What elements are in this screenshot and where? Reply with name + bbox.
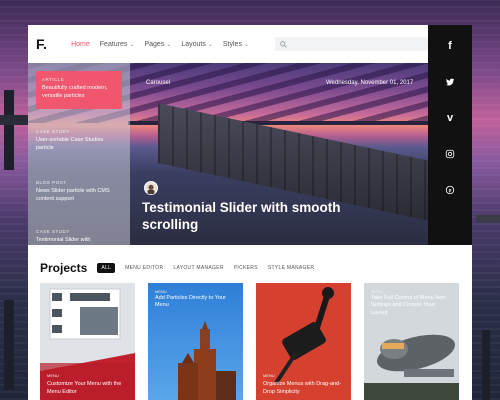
projects-section: Projects ALL MENU EDITOR LAYOUT MANAGER … bbox=[28, 245, 472, 400]
nav-item-features[interactable]: Features ⌄ bbox=[100, 41, 135, 48]
filter-pickers[interactable]: PICKERS bbox=[234, 265, 258, 271]
project-tile[interactable]: Menu Take Full Control of Menu Item Sett… bbox=[364, 283, 459, 400]
hero-category[interactable]: Carousel bbox=[146, 80, 170, 86]
filter-menu-editor[interactable]: MENU EDITOR bbox=[125, 265, 163, 271]
avatar bbox=[144, 181, 158, 195]
facebook-icon[interactable]: f bbox=[439, 35, 461, 57]
project-tile[interactable]: Menu Organize Menus with Drag-and-Drop S… bbox=[256, 283, 351, 400]
hero-date: Wednesday, November 01, 2017 bbox=[326, 80, 414, 86]
card-category: Case Study bbox=[36, 229, 70, 234]
section-title: Projects bbox=[40, 261, 88, 275]
nav-item-layouts[interactable]: Layouts ⌄ bbox=[181, 41, 213, 48]
chevron-down-icon: ⌄ bbox=[129, 41, 135, 48]
chevron-down-icon: ⌄ bbox=[166, 41, 172, 48]
nav-label: Styles bbox=[222, 40, 242, 48]
card-title: Beautifully crafted modern, versatile pa… bbox=[42, 85, 108, 99]
project-tile[interactable]: Menu Add Particles Directly to Your Menu bbox=[148, 283, 243, 400]
vimeo-icon[interactable]: v bbox=[439, 107, 461, 129]
card-title: User-sortable Case Studies particle bbox=[36, 137, 104, 151]
nav-label: Layouts bbox=[181, 40, 206, 48]
filter-all[interactable]: ALL bbox=[97, 263, 116, 273]
filter-layout-manager[interactable]: LAYOUT MANAGER bbox=[173, 265, 223, 271]
filter-style-manager[interactable]: STYLE MANAGER bbox=[268, 265, 314, 271]
pier-rail bbox=[476, 215, 500, 223]
sidebar-card-case-study-2[interactable]: Case Study Testimonial Slider with bbox=[36, 229, 122, 245]
tile-title: Customize Your Menu with the Menu Editor bbox=[47, 381, 122, 395]
social-rail: f v p bbox=[428, 25, 472, 245]
instagram-icon[interactable] bbox=[439, 143, 461, 165]
tile-category: Menu bbox=[47, 373, 59, 378]
site-header: F. Home Features ⌄ Pages ⌄ Layouts ⌄ Styles… bbox=[28, 25, 428, 63]
site-logo[interactable]: F. bbox=[28, 36, 63, 52]
chevron-down-icon: ⌄ bbox=[243, 41, 249, 48]
pinterest-icon[interactable]: p bbox=[439, 179, 461, 201]
card-category: Blog Post bbox=[36, 180, 67, 185]
nav-label: Pages bbox=[144, 40, 165, 48]
pier-post bbox=[4, 300, 14, 390]
chevron-down-icon: ⌄ bbox=[207, 41, 213, 48]
card-category: Article bbox=[42, 77, 65, 82]
tile-category: Menu bbox=[155, 289, 167, 294]
nav-label: Home bbox=[71, 40, 90, 48]
sidebar-card-article[interactable]: Article Beautifully crafted modern, vers… bbox=[36, 71, 122, 109]
projects-header: Projects ALL MENU EDITOR LAYOUT MANAGER … bbox=[40, 261, 314, 275]
pier-rail bbox=[0, 115, 28, 125]
project-tile[interactable]: Menu Customize Your Menu with the Menu E… bbox=[40, 283, 135, 400]
hero-title[interactable]: Testimonial Slider with smooth scrolling bbox=[142, 200, 372, 234]
main-nav: Home Features ⌄ Pages ⌄ Layouts ⌄ Styles ⌄ bbox=[71, 41, 249, 48]
tile-title: Add Particles Directly to Your Menu bbox=[155, 295, 226, 309]
card-title: Testimonial Slider with bbox=[36, 237, 91, 243]
card-title: News Slider particle with CMS content su… bbox=[36, 188, 110, 202]
tile-title: Organize Menus with Drag-and-Drop Simpli… bbox=[263, 381, 341, 395]
card-category: Case Study bbox=[36, 129, 70, 134]
search-icon bbox=[280, 40, 287, 48]
search-input[interactable] bbox=[274, 37, 428, 51]
tile-category: Menu bbox=[263, 373, 275, 378]
nav-item-home[interactable]: Home bbox=[71, 41, 90, 48]
nav-item-styles[interactable]: Styles ⌄ bbox=[223, 41, 249, 48]
pier-post bbox=[4, 90, 14, 170]
svg-text:p: p bbox=[449, 188, 452, 193]
tile-category: Menu bbox=[371, 289, 383, 294]
tile-title: Take Full Control of Menu Item Settings … bbox=[371, 295, 446, 316]
nav-label: Features bbox=[99, 40, 128, 48]
twitter-icon[interactable] bbox=[439, 71, 461, 93]
hero-sidebar: Article Beautifully crafted modern, vers… bbox=[28, 63, 130, 245]
nav-item-pages[interactable]: Pages ⌄ bbox=[144, 41, 171, 48]
hero-slider[interactable]: Article Beautifully crafted modern, vers… bbox=[28, 63, 428, 245]
sidebar-card-blog-post[interactable]: Blog Post News Slider particle with CMS … bbox=[36, 180, 122, 203]
sidebar-card-case-study[interactable]: Case Study User-sortable Case Studies pa… bbox=[36, 129, 122, 152]
pier-post bbox=[482, 330, 490, 400]
